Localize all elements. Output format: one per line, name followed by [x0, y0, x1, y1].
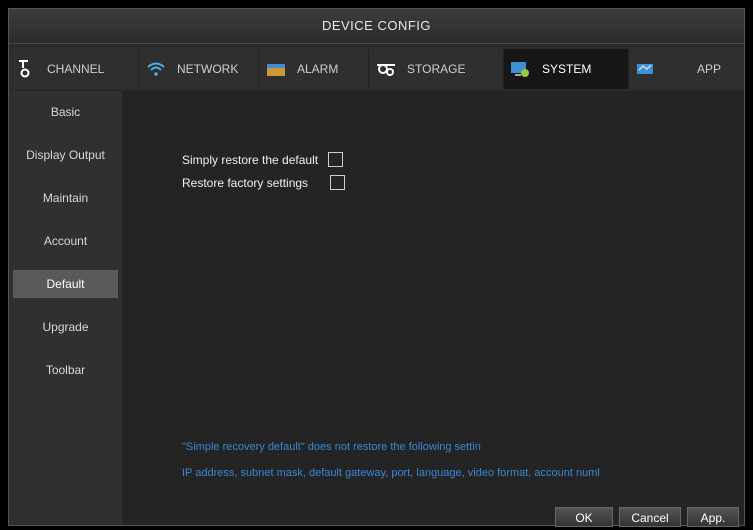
- tab-label: SYSTEM: [542, 62, 592, 76]
- apply-button[interactable]: App.: [687, 507, 739, 527]
- tab-label: STORAGE: [407, 62, 466, 76]
- sidebar: Basic Display Output Maintain Account De…: [9, 91, 122, 525]
- tab-label: ALARM: [297, 62, 339, 76]
- sidebar-item-toolbar[interactable]: Toolbar: [13, 349, 118, 392]
- main-panel: Simply restore the default Restore facto…: [122, 91, 744, 527]
- factory-restore-checkbox[interactable]: [330, 175, 346, 190]
- tab-channel[interactable]: CHANNEL: [9, 49, 139, 89]
- system-icon: [510, 60, 532, 78]
- tab-alarm[interactable]: ALARM: [259, 49, 369, 89]
- sidebar-item-basic[interactable]: Basic: [13, 91, 118, 134]
- cancel-button[interactable]: Cancel: [619, 507, 681, 527]
- tab-storage[interactable]: STORAGE: [369, 49, 504, 89]
- tab-app[interactable]: APP: [629, 49, 744, 89]
- tab-label: APP: [697, 62, 722, 76]
- option-label: Simply restore the default: [182, 152, 319, 167]
- app-icon: [635, 60, 657, 78]
- sidebar-item-upgrade[interactable]: Upgrade: [13, 306, 118, 349]
- device-config-window: DEVICE CONFIG CHANNEL NETWORK ALARM STOR…: [8, 8, 745, 527]
- option-factory-restore: Restore factory settings: [182, 175, 346, 190]
- alarm-icon: [265, 60, 287, 78]
- tab-system[interactable]: SYSTEM: [504, 49, 629, 89]
- simple-restore-checkbox[interactable]: [328, 152, 344, 167]
- restore-note-line-1: "Simple recovery default" does not resto…: [182, 441, 481, 453]
- sidebar-item-account[interactable]: Account: [13, 220, 118, 263]
- option-label: Restore factory settings: [182, 175, 309, 190]
- restore-note-line-2: IP address, subnet mask, default gateway…: [182, 467, 600, 479]
- window-title: DEVICE CONFIG: [9, 9, 744, 44]
- storage-icon: [375, 60, 397, 78]
- ok-button[interactable]: OK: [555, 507, 613, 527]
- option-simple-restore: Simply restore the default: [182, 152, 344, 167]
- tab-label: NETWORK: [177, 62, 239, 76]
- channel-icon: [15, 60, 37, 78]
- sidebar-item-maintain[interactable]: Maintain: [13, 177, 118, 220]
- tab-bar: CHANNEL NETWORK ALARM STORAGE SYSTEM APP: [9, 49, 744, 89]
- sidebar-item-display-output[interactable]: Display Output: [13, 134, 118, 177]
- wifi-icon: [145, 60, 167, 78]
- tab-network[interactable]: NETWORK: [139, 49, 259, 89]
- tab-label: CHANNEL: [47, 62, 105, 76]
- sidebar-item-default[interactable]: Default: [13, 270, 118, 298]
